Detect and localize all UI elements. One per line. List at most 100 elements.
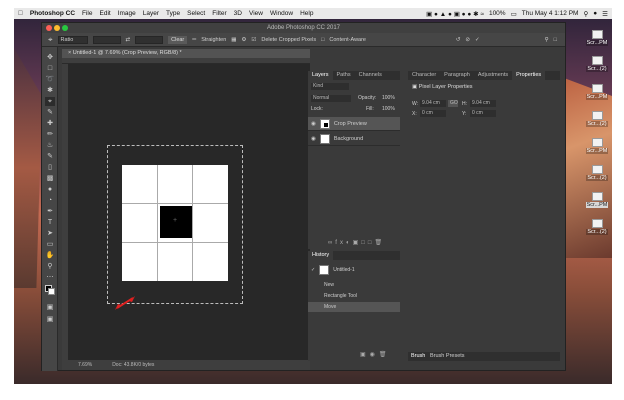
desktop-file[interactable]: Scr...(2) — [584, 56, 610, 72]
menu-file[interactable]: File — [82, 10, 92, 17]
tab-adjustments[interactable]: Adjustments — [474, 71, 512, 80]
desktop-file[interactable]: Scr...(2) — [584, 111, 610, 127]
straighten-label[interactable]: Straighten — [201, 37, 226, 43]
history-item[interactable]: Rectangle Tool — [308, 291, 400, 301]
history-item-selected[interactable]: Move — [308, 302, 400, 312]
fill-value[interactable]: 100% — [382, 106, 395, 112]
stamp-tool-icon[interactable]: ♨ — [45, 141, 55, 150]
snapshot-name[interactable]: Untitled-1 — [333, 263, 354, 277]
tab-layers[interactable]: Layers — [308, 71, 333, 80]
desktop-file[interactable]: Scr...PM — [584, 84, 610, 100]
crop-tool-icon[interactable]: ⌖ — [48, 35, 53, 45]
brush-tool-icon[interactable]: ✏ — [45, 130, 55, 139]
healing-tool-icon[interactable]: ✚ — [45, 119, 55, 128]
tab-paragraph[interactable]: Paragraph — [440, 71, 474, 80]
crop-tool-icon-active[interactable]: ⌖ — [45, 97, 55, 106]
width-field[interactable]: 9.04 cm — [420, 100, 446, 107]
opacity-value[interactable]: 100% — [382, 95, 395, 101]
menu-type[interactable]: Type — [166, 10, 180, 17]
path-select-tool-icon[interactable]: ➤ — [45, 229, 55, 238]
history-footer-icons[interactable]: ▣◉🗑 — [360, 351, 391, 358]
link-toggle[interactable]: GO — [448, 100, 458, 107]
layer-row-background[interactable]: ◉ Background — [308, 132, 400, 146]
desktop-file-label[interactable]: Scr...PM — [585, 94, 609, 100]
notification-center-icon[interactable]: ☰ — [602, 10, 608, 18]
tab-history[interactable]: History — [308, 251, 334, 260]
minimize-button[interactable] — [54, 25, 60, 31]
clear-button[interactable]: Clear — [168, 35, 188, 44]
y-field[interactable]: 0 cm — [470, 110, 496, 117]
menu-filter[interactable]: Filter — [212, 10, 226, 17]
dodge-tool-icon[interactable]: ◔ — [45, 196, 55, 205]
cancel-icon[interactable]: ⊘ — [465, 37, 470, 43]
eye-icon[interactable]: ◉ — [311, 121, 316, 127]
tab-paths[interactable]: Paths — [333, 71, 355, 80]
quick-select-tool-icon[interactable]: ✱ — [45, 86, 55, 95]
desktop-file-label[interactable]: Scr...(2) — [586, 121, 608, 127]
menu-help[interactable]: Help — [300, 10, 313, 17]
height-field[interactable]: 9.04 cm — [470, 100, 496, 107]
x-field[interactable]: 0 cm — [420, 110, 446, 117]
status-icons[interactable]: ▣ ● ▲ ● ▣ ● ● ✱ ≈ — [426, 10, 484, 18]
horizontal-ruler[interactable] — [62, 58, 310, 64]
marquee-tool-icon[interactable]: □ — [45, 64, 55, 73]
black-square-layer[interactable]: + — [160, 206, 192, 238]
search-icon[interactable]: ⚲ — [545, 37, 549, 43]
battery-icon[interactable]: ▭ — [511, 10, 517, 18]
gradient-tool-icon[interactable]: ▩ — [45, 174, 55, 183]
lasso-tool-icon[interactable]: ➰ — [45, 75, 55, 84]
apple-icon[interactable]:  — [18, 10, 23, 17]
menu-layer[interactable]: Layer — [143, 10, 159, 17]
ratio-select[interactable]: Ratio — [57, 35, 88, 44]
zoom-tool-icon[interactable]: ⚲ — [45, 262, 55, 271]
layer-name[interactable]: Background — [334, 136, 363, 142]
ratio-width-field[interactable] — [92, 35, 121, 44]
desktop-file[interactable]: Scr...PM — [584, 138, 610, 154]
vertical-ruler[interactable] — [62, 64, 68, 360]
tab-channels[interactable]: Channels — [355, 71, 386, 80]
document-tab[interactable]: × Untitled-1 @ 7.69% (Crop Preview, RGB/… — [62, 49, 310, 58]
workspace-icon[interactable]: □ — [554, 37, 557, 43]
tab-properties[interactable]: Properties — [512, 71, 546, 80]
doc-close-icon[interactable]: × — [68, 50, 71, 56]
doc-info[interactable]: Doc: 43.8K/0 bytes — [112, 360, 154, 370]
screen-mode-icon[interactable]: ▣ — [45, 315, 55, 324]
layers-footer-icons[interactable]: ∞fx◐▣□□🗑 — [308, 239, 400, 249]
blur-tool-icon[interactable]: ● — [45, 185, 55, 194]
desktop-file-label[interactable]: Scr...(2) — [586, 229, 608, 235]
zoom-button[interactable] — [62, 25, 68, 31]
color-swatches-icon[interactable] — [45, 285, 55, 295]
layer-row-crop-preview[interactable]: ◉ Crop Preview — [308, 117, 400, 131]
delete-cropped-label[interactable]: Delete Cropped Pixels — [261, 37, 316, 43]
move-tool-icon[interactable]: ✥ — [45, 53, 55, 62]
desktop-file-label[interactable]: Scr...(2) — [586, 66, 608, 72]
tab-brush[interactable]: Brush — [411, 353, 425, 359]
swap-icon[interactable]: ⇄ — [126, 37, 131, 43]
menu-window[interactable]: Window — [270, 10, 293, 17]
document-tab-title[interactable]: Untitled-1 @ 7.69% (Crop Preview, RGB/8)… — [73, 50, 182, 56]
battery-percent[interactable]: 100% — [489, 10, 506, 17]
settings-gear-icon[interactable]: ⚙ — [241, 37, 246, 43]
history-item[interactable]: New — [308, 280, 400, 290]
commit-check-icon[interactable]: ✓ — [475, 37, 480, 43]
tab-brush-presets[interactable]: Brush Presets — [430, 353, 465, 359]
straighten-icon[interactable]: ═ — [192, 37, 196, 43]
hand-tool-icon[interactable]: ✋ — [45, 251, 55, 260]
eraser-tool-icon[interactable]: ▯ — [45, 163, 55, 172]
history-snapshot[interactable]: ✓ Untitled-1 — [308, 263, 400, 277]
clock[interactable]: Thu May 4 1:12 PM — [522, 10, 579, 17]
menu-edit[interactable]: Edit — [100, 10, 111, 17]
desktop-file-label-selected[interactable]: Scr...PM — [585, 202, 609, 208]
grid-overlay-icon[interactable]: ▦ — [231, 37, 236, 43]
quick-mask-icon[interactable]: ▣ — [45, 303, 55, 312]
type-tool-icon[interactable]: T — [45, 218, 55, 227]
shape-tool-icon[interactable]: ▭ — [45, 240, 55, 249]
blend-mode-select[interactable]: Normal — [311, 95, 351, 102]
ratio-height-field[interactable] — [135, 35, 164, 44]
desktop-file-label[interactable]: Scr...(2) — [586, 175, 608, 181]
desktop-file-label[interactable]: Scr...PM — [585, 148, 609, 154]
tab-character[interactable]: Character — [408, 71, 440, 80]
content-aware-checkbox[interactable]: □ — [321, 37, 324, 43]
delete-cropped-checkbox[interactable]: ☑ — [251, 37, 256, 43]
desktop-file[interactable]: Scr...PM — [584, 192, 610, 208]
